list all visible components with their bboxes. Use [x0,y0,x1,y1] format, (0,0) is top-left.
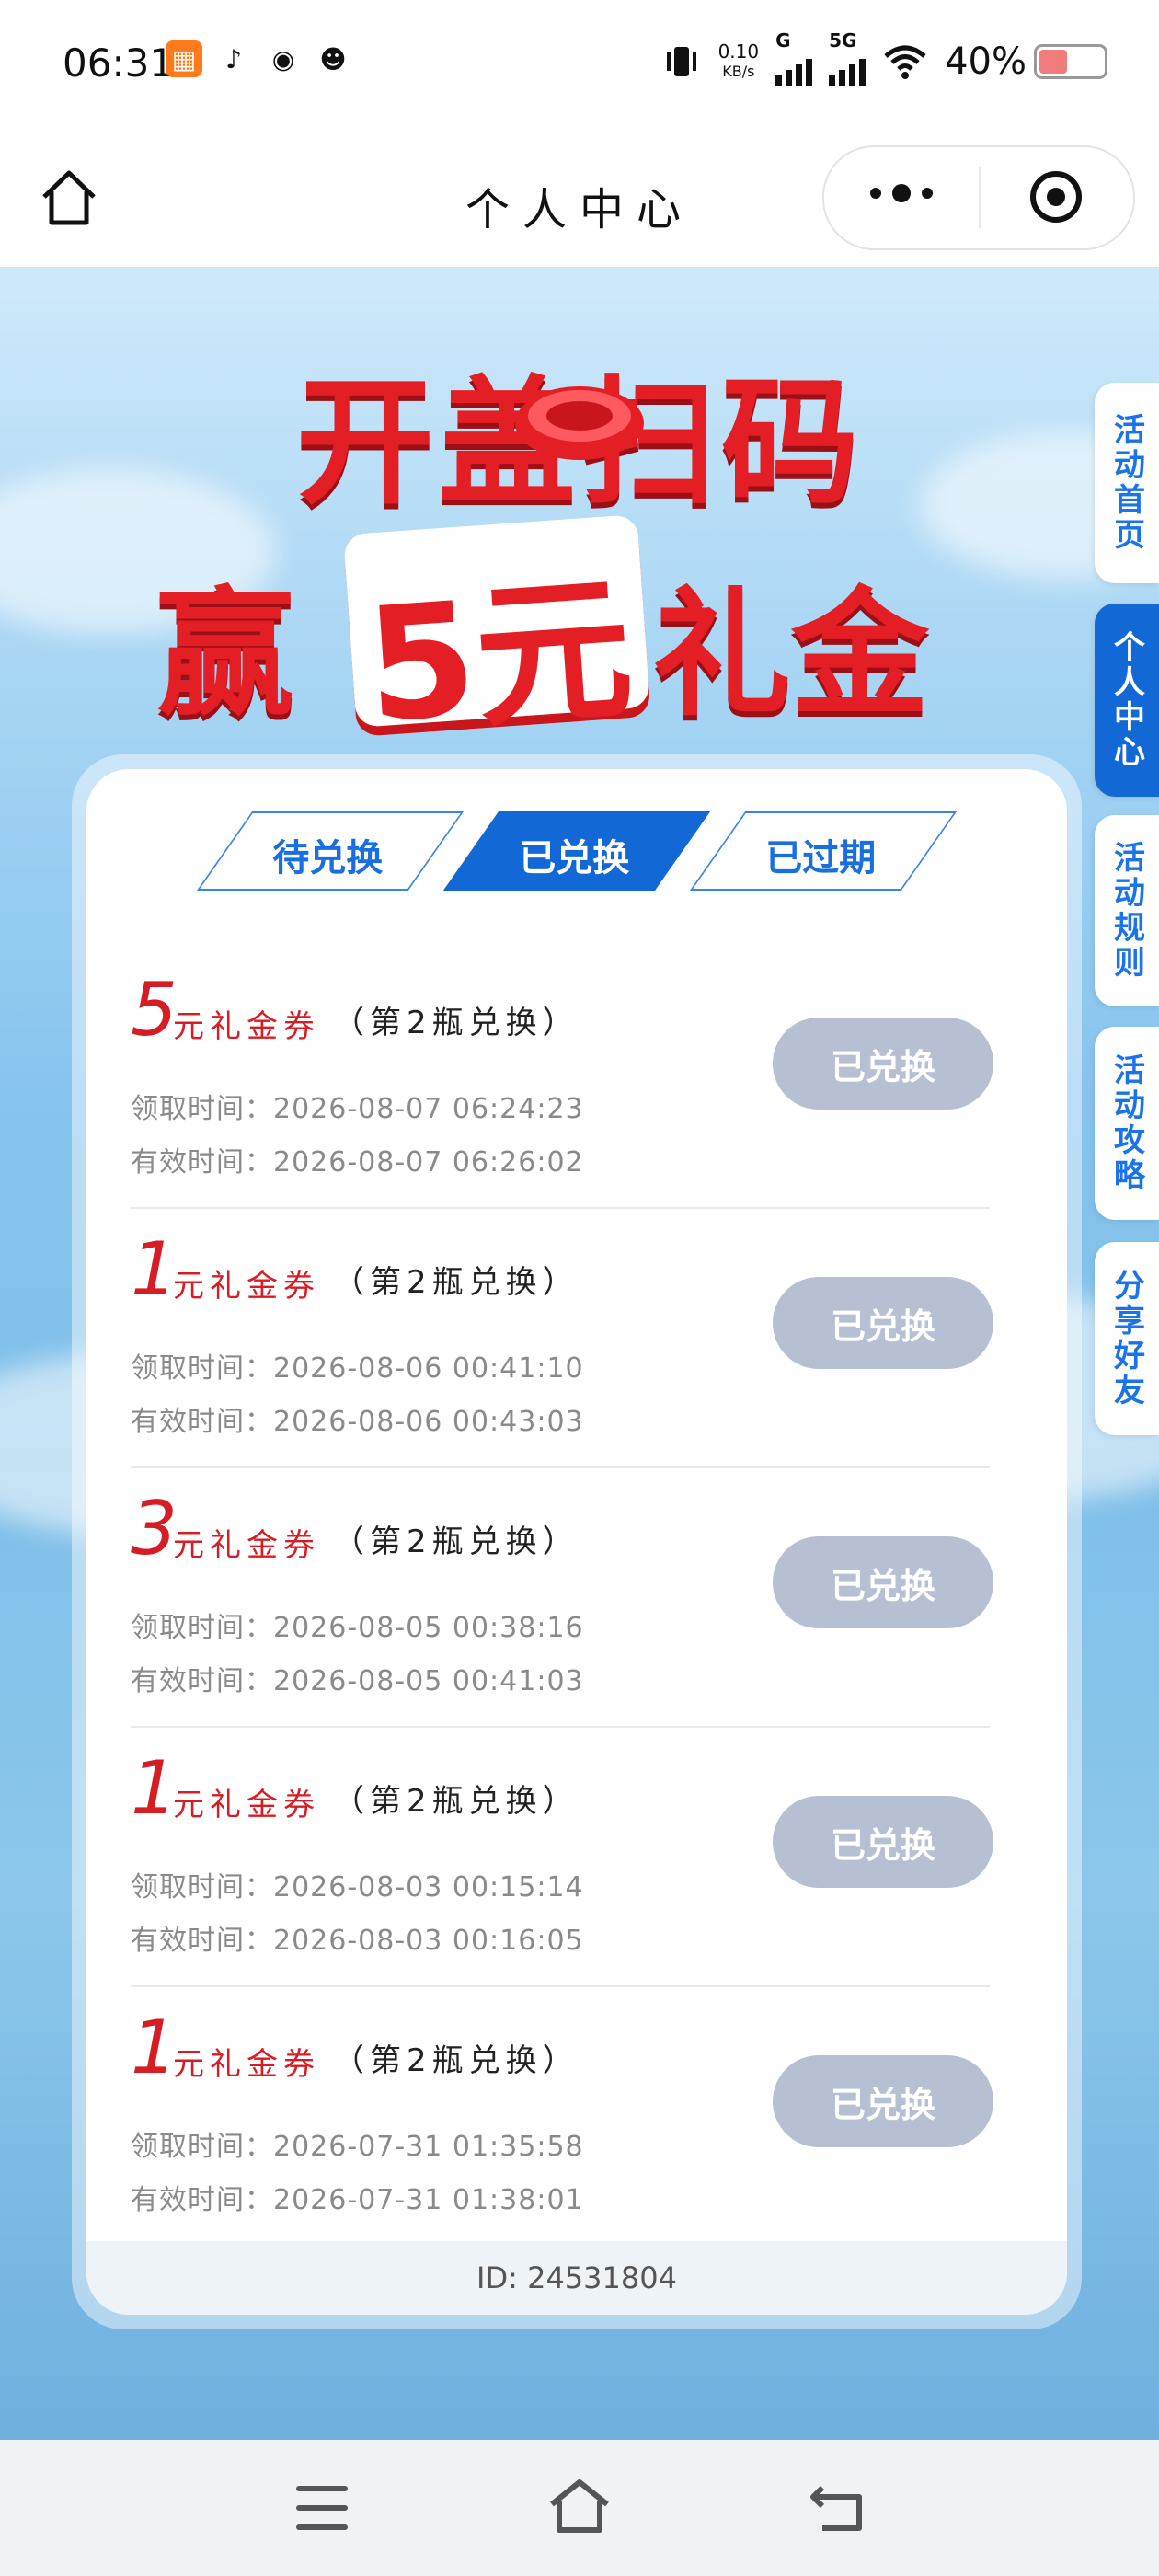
coupon-received-time: 领取时间：2026-08-03 00:15:14 [131,1871,584,1903]
pinduoduo-icon: ▦ [166,40,202,77]
coupon-amount: 5 [131,967,178,1052]
tab-pending[interactable]: 待兑换 [196,811,465,891]
bottle-cap-icon [515,386,644,460]
coupon-unit: 元礼金券 [173,1008,320,1045]
status-bar: 06:31 ▦ ♪ ◉ ☻ 0.10 KB/s G 5G 40% [0,0,1159,129]
coupon-amount: 1 [131,1226,178,1312]
battery: 40% [945,40,1107,83]
redeemed-button[interactable]: 已兑换 [773,2055,993,2147]
status-tabs: 待兑换 已兑换 已过期 [86,811,1067,894]
coupon-valid-time: 有效时间：2026-08-06 00:43:03 [131,1406,584,1438]
main-content: 开盖扫码 赢 5元 礼金 活动首页 个人中心 活动规则 活动攻略 分享好友 待兑… [0,267,1159,2440]
coupon-valid-time: 有效时间：2026-08-03 00:16:05 [131,1925,584,1957]
signal-1-label: G [775,29,791,52]
redeemed-button[interactable]: 已兑换 [773,1536,993,1628]
coupon-row: 1 元礼金券 （第2瓶兑换） 领取时间：2026-08-06 00:41:10 … [131,1209,993,1468]
wechat-icon: ◉ [271,43,295,75]
sidebar-item-personal-center[interactable]: 个人中心 [1095,604,1159,797]
system-nav-bar [0,2440,1159,2576]
capsule-divider [979,167,981,228]
coupon-note: （第2瓶兑换） [333,1264,580,1301]
tiktok-icon: ♪ [225,43,242,75]
coupon-unit: 元礼金券 [173,1527,320,1564]
coupon-row: 3 元礼金券 （第2瓶兑换） 领取时间：2026-08-05 00:38:16 … [131,1468,993,1728]
coupon-note: （第2瓶兑换） [333,1524,580,1560]
banner-gift-text: 礼金 [653,575,930,735]
banner-highlight-box: 5元 [343,514,650,758]
sidebar-item-label: 活动攻略 [1107,1053,1145,1193]
sidebar-item-activity-guide[interactable]: 活动攻略 [1095,1027,1159,1220]
coupon-amount: 1 [131,2005,178,2090]
coupon-received-time: 领取时间：2026-08-07 06:24:23 [131,1093,584,1125]
coupon-received-time: 领取时间：2026-08-06 00:41:10 [131,1352,584,1385]
banner-win-text: 赢 [156,575,295,735]
system-home-icon[interactable] [546,2477,613,2536]
miniprogram-capsule [822,145,1135,250]
coupon-amount: 1 [131,1745,178,1831]
status-app-icons: ▦ ♪ ◉ ☻ [166,40,351,77]
coupon-amount: 3 [131,1486,178,1571]
nav-bar: 个人中心 [0,129,1159,267]
sidebar-item-label: 活动首页 [1107,413,1145,553]
banner-highlight-text: 5元 [361,558,638,758]
coupon-note: （第2瓶兑换） [333,1005,580,1041]
status-time: 06:31 [63,40,175,86]
net-speed: 0.10 KB/s [718,41,760,82]
coupon-unit: 元礼金券 [173,1787,320,1823]
more-icon[interactable] [870,184,933,202]
sidebar-item-label: 分享好友 [1107,1269,1145,1409]
banner-line2: 赢 5元 礼金 [138,514,1021,758]
coupon-unit: 元礼金券 [173,1268,320,1305]
coupon-received-time: 领取时间：2026-07-31 01:35:58 [131,2131,584,2163]
coupon-note: （第2瓶兑换） [333,2042,580,2079]
tab-label: 已过期 [765,837,877,880]
coupon-valid-time: 有效时间：2026-08-05 00:41:03 [131,1665,584,1697]
tab-redeemed[interactable]: 已兑换 [442,811,711,891]
coupon-valid-time: 有效时间：2026-07-31 01:38:01 [131,2184,584,2216]
tab-expired[interactable]: 已过期 [689,811,958,891]
close-target-icon[interactable] [1030,171,1082,223]
user-id: ID: 24531804 [86,2241,1067,2315]
coupon-card-frame: 待兑换 已兑换 已过期 5 元礼金券 （第2瓶兑换） 领取时间：2026-08-… [72,754,1082,2329]
tab-label: 已兑换 [519,837,630,880]
back-icon[interactable] [809,2480,866,2534]
qq-icon: ☻ [319,43,347,75]
coupon-unit: 元礼金券 [173,2046,320,2083]
coupon-card: 待兑换 已兑换 已过期 5 元礼金券 （第2瓶兑换） 领取时间：2026-08-… [86,769,1067,2315]
vibrate-icon [666,47,696,76]
redeemed-button[interactable]: 已兑换 [773,1796,993,1888]
net-speed-value: 0.10 [717,40,760,63]
sidebar-item-label: 活动规则 [1107,841,1145,981]
battery-percent: 40% [945,40,1027,83]
sidebar-item-activity-home[interactable]: 活动首页 [1095,383,1159,583]
status-right: 0.10 KB/s G 5G 40% [661,29,1107,86]
sidebar-item-share-friends[interactable]: 分享好友 [1095,1242,1159,1435]
coupon-row: 5 元礼金券 （第2瓶兑换） 领取时间：2026-08-07 06:24:23 … [131,949,993,1209]
menu-icon[interactable] [296,2486,348,2530]
coupon-received-time: 领取时间：2026-08-05 00:38:16 [131,1612,584,1644]
coupon-row: 1 元礼金券 （第2瓶兑换） 领取时间：2026-07-31 01:35:58 … [131,1987,993,2247]
promo-banner: 开盖扫码 赢 5元 礼金 [138,331,1021,758]
coupon-row: 1 元礼金券 （第2瓶兑换） 领取时间：2026-08-03 00:15:14 … [131,1728,993,1987]
signal-2: 5G [829,29,866,86]
sidebar-item-label: 个人中心 [1107,630,1145,770]
signal-2-label: 5G [829,29,857,52]
battery-icon [1034,44,1107,79]
tab-label: 待兑换 [272,837,384,880]
net-speed-unit: KB/s [722,63,755,80]
wifi-icon [884,45,926,79]
coupon-valid-time: 有效时间：2026-08-07 06:26:02 [131,1146,584,1179]
redeemed-button[interactable]: 已兑换 [773,1277,993,1369]
signal-1: G [775,29,813,86]
redeemed-button[interactable]: 已兑换 [773,1018,993,1110]
sidebar-item-activity-rules[interactable]: 活动规则 [1095,815,1159,1006]
coupon-note: （第2瓶兑换） [333,1783,580,1820]
